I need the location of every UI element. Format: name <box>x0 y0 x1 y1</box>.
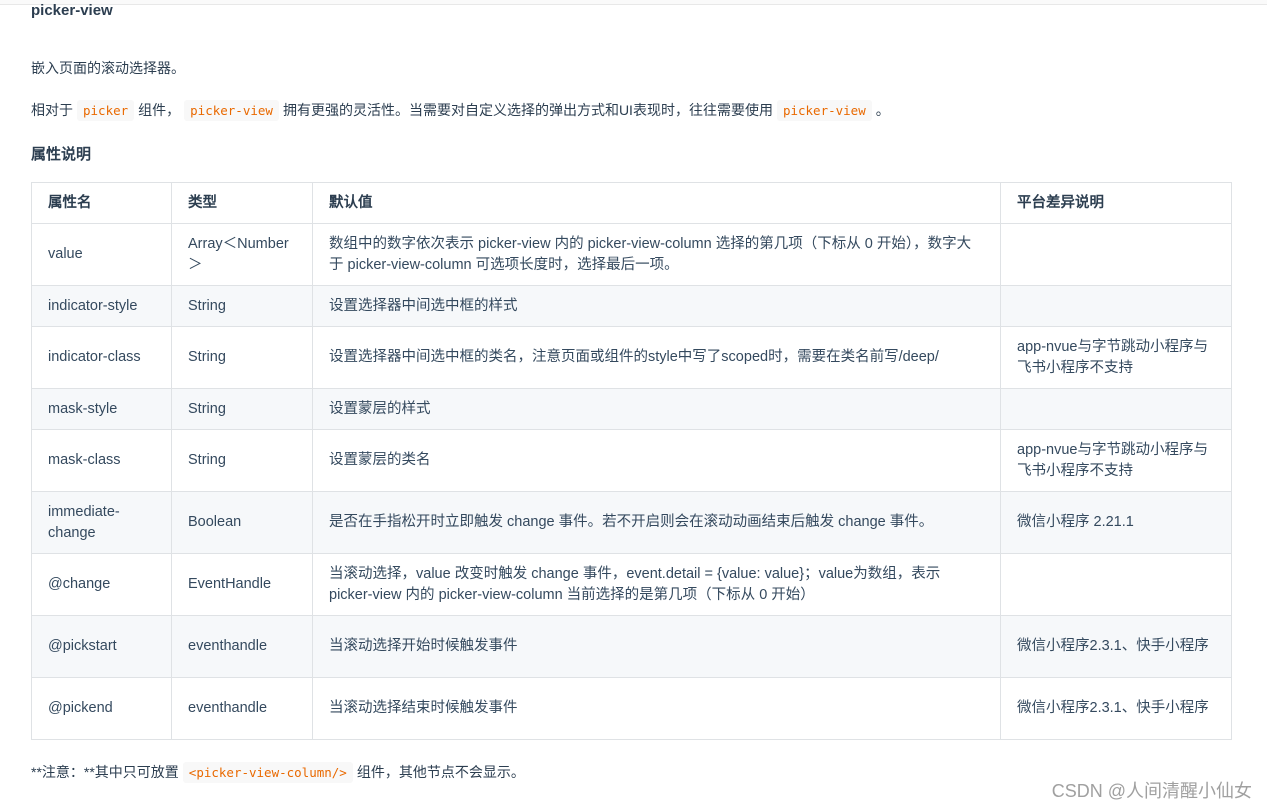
cell-platform: 微信小程序2.3.1、快手小程序 <box>1000 677 1232 740</box>
cell-platform <box>1000 223 1232 286</box>
cell-name: mask-class <box>31 429 172 492</box>
cell-default: 设置蒙层的类名 <box>312 429 1001 492</box>
cell-default: 当滚动选择，value 改变时触发 change 事件，event.detail… <box>312 553 1001 616</box>
cell-default: 设置选择器中间选中框的类名，注意页面或组件的style中写了scoped时，需要… <box>312 326 1001 389</box>
desc-part-3: 拥有更强的灵活性。当需要对自定义选择的弹出方式和UI表现时，往往需要使用 <box>282 102 773 118</box>
cell-type: eventhandle <box>171 677 313 740</box>
header-type: 类型 <box>171 182 313 224</box>
table-row: value Array＜Number＞ 数组中的数字依次表示 picker-vi… <box>31 223 1232 286</box>
table-row: mask-style String 设置蒙层的样式 <box>31 388 1232 430</box>
table-row: immediate-change Boolean 是否在手指松开时立即触发 ch… <box>31 491 1232 554</box>
cell-type: String <box>171 326 313 389</box>
cell-type: String <box>171 285 313 327</box>
desc-part-1: 相对于 <box>31 102 73 118</box>
cell-name: mask-style <box>31 388 172 430</box>
cell-platform <box>1000 285 1232 327</box>
attributes-table: 属性名 类型 默认值 平台差异说明 value Array＜Number＞ 数组… <box>31 182 1232 740</box>
table-row: @pickstart eventhandle 当滚动选择开始时候触发事件 微信小… <box>31 615 1232 678</box>
cell-name: @change <box>31 553 172 616</box>
cell-type: EventHandle <box>171 553 313 616</box>
section-title: 属性说明 <box>31 146 92 163</box>
cell-name: immediate-change <box>31 491 172 554</box>
top-divider <box>0 0 1267 5</box>
cell-platform <box>1000 553 1232 616</box>
cell-type: eventhandle <box>171 615 313 678</box>
code-picker-view: picker-view <box>184 100 279 121</box>
cell-type: String <box>171 429 313 492</box>
cell-name: indicator-style <box>31 285 172 327</box>
cell-default: 当滚动选择结束时候触发事件 <box>312 677 1001 740</box>
desc-part-2: 组件， <box>138 102 181 118</box>
table-row: indicator-style String 设置选择器中间选中框的样式 <box>31 285 1232 327</box>
table-row: mask-class String 设置蒙层的类名 app-nvue与字节跳动小… <box>31 429 1232 492</box>
cell-platform: app-nvue与字节跳动小程序与飞书小程序不支持 <box>1000 429 1232 492</box>
header-default: 默认值 <box>312 182 1001 224</box>
desc-part-4: 。 <box>875 102 890 118</box>
cell-name: value <box>31 223 172 286</box>
table-row: @change EventHandle 当滚动选择，value 改变时触发 ch… <box>31 553 1232 616</box>
note-part-2: 组件，其他节点不会显示。 <box>356 764 525 780</box>
cell-name: indicator-class <box>31 326 172 389</box>
page-title: picker-view <box>31 2 113 19</box>
cell-type: Array＜Number＞ <box>171 223 313 286</box>
table-row: indicator-class String 设置选择器中间选中框的类名，注意页… <box>31 326 1232 389</box>
cell-platform: 微信小程序2.3.1、快手小程序 <box>1000 615 1232 678</box>
cell-type: Boolean <box>171 491 313 554</box>
table-header-row: 属性名 类型 默认值 平台差异说明 <box>31 182 1232 224</box>
cell-name: @pickstart <box>31 615 172 678</box>
cell-default: 设置选择器中间选中框的样式 <box>312 285 1001 327</box>
cell-platform <box>1000 388 1232 430</box>
intro-text: 嵌入页面的滚动选择器。 <box>31 60 185 76</box>
code-picker-view-column: <picker-view-column/> <box>182 762 353 783</box>
code-picker: picker <box>77 100 135 121</box>
note-part-1: **注意：**其中只可放置 <box>31 764 179 780</box>
header-platform: 平台差异说明 <box>1000 182 1232 224</box>
description-text: 相对于 picker 组件， picker-view 拥有更强的灵活性。当需要对自定义选… <box>31 99 890 122</box>
cell-platform: app-nvue与字节跳动小程序与飞书小程序不支持 <box>1000 326 1232 389</box>
header-name: 属性名 <box>31 182 172 224</box>
cell-default: 当滚动选择开始时候触发事件 <box>312 615 1001 678</box>
table-row: @pickend eventhandle 当滚动选择结束时候触发事件 微信小程序… <box>31 677 1232 740</box>
cell-name: @pickend <box>31 677 172 740</box>
cell-default: 设置蒙层的样式 <box>312 388 1001 430</box>
cell-type: String <box>171 388 313 430</box>
cell-default: 数组中的数字依次表示 picker-view 内的 picker-view-co… <box>312 223 1001 286</box>
cell-platform: 微信小程序 2.21.1 <box>1000 491 1232 554</box>
note-text: **注意：**其中只可放置 <picker-view-column/> 组件，其他节… <box>31 761 525 784</box>
code-picker-view-2: picker-view <box>776 100 872 121</box>
watermark: CSDN @人间清醒小仙女 <box>1051 781 1252 801</box>
cell-default: 是否在手指松开时立即触发 change 事件。若不开启则会在滚动动画结束后触发 … <box>312 491 1001 554</box>
